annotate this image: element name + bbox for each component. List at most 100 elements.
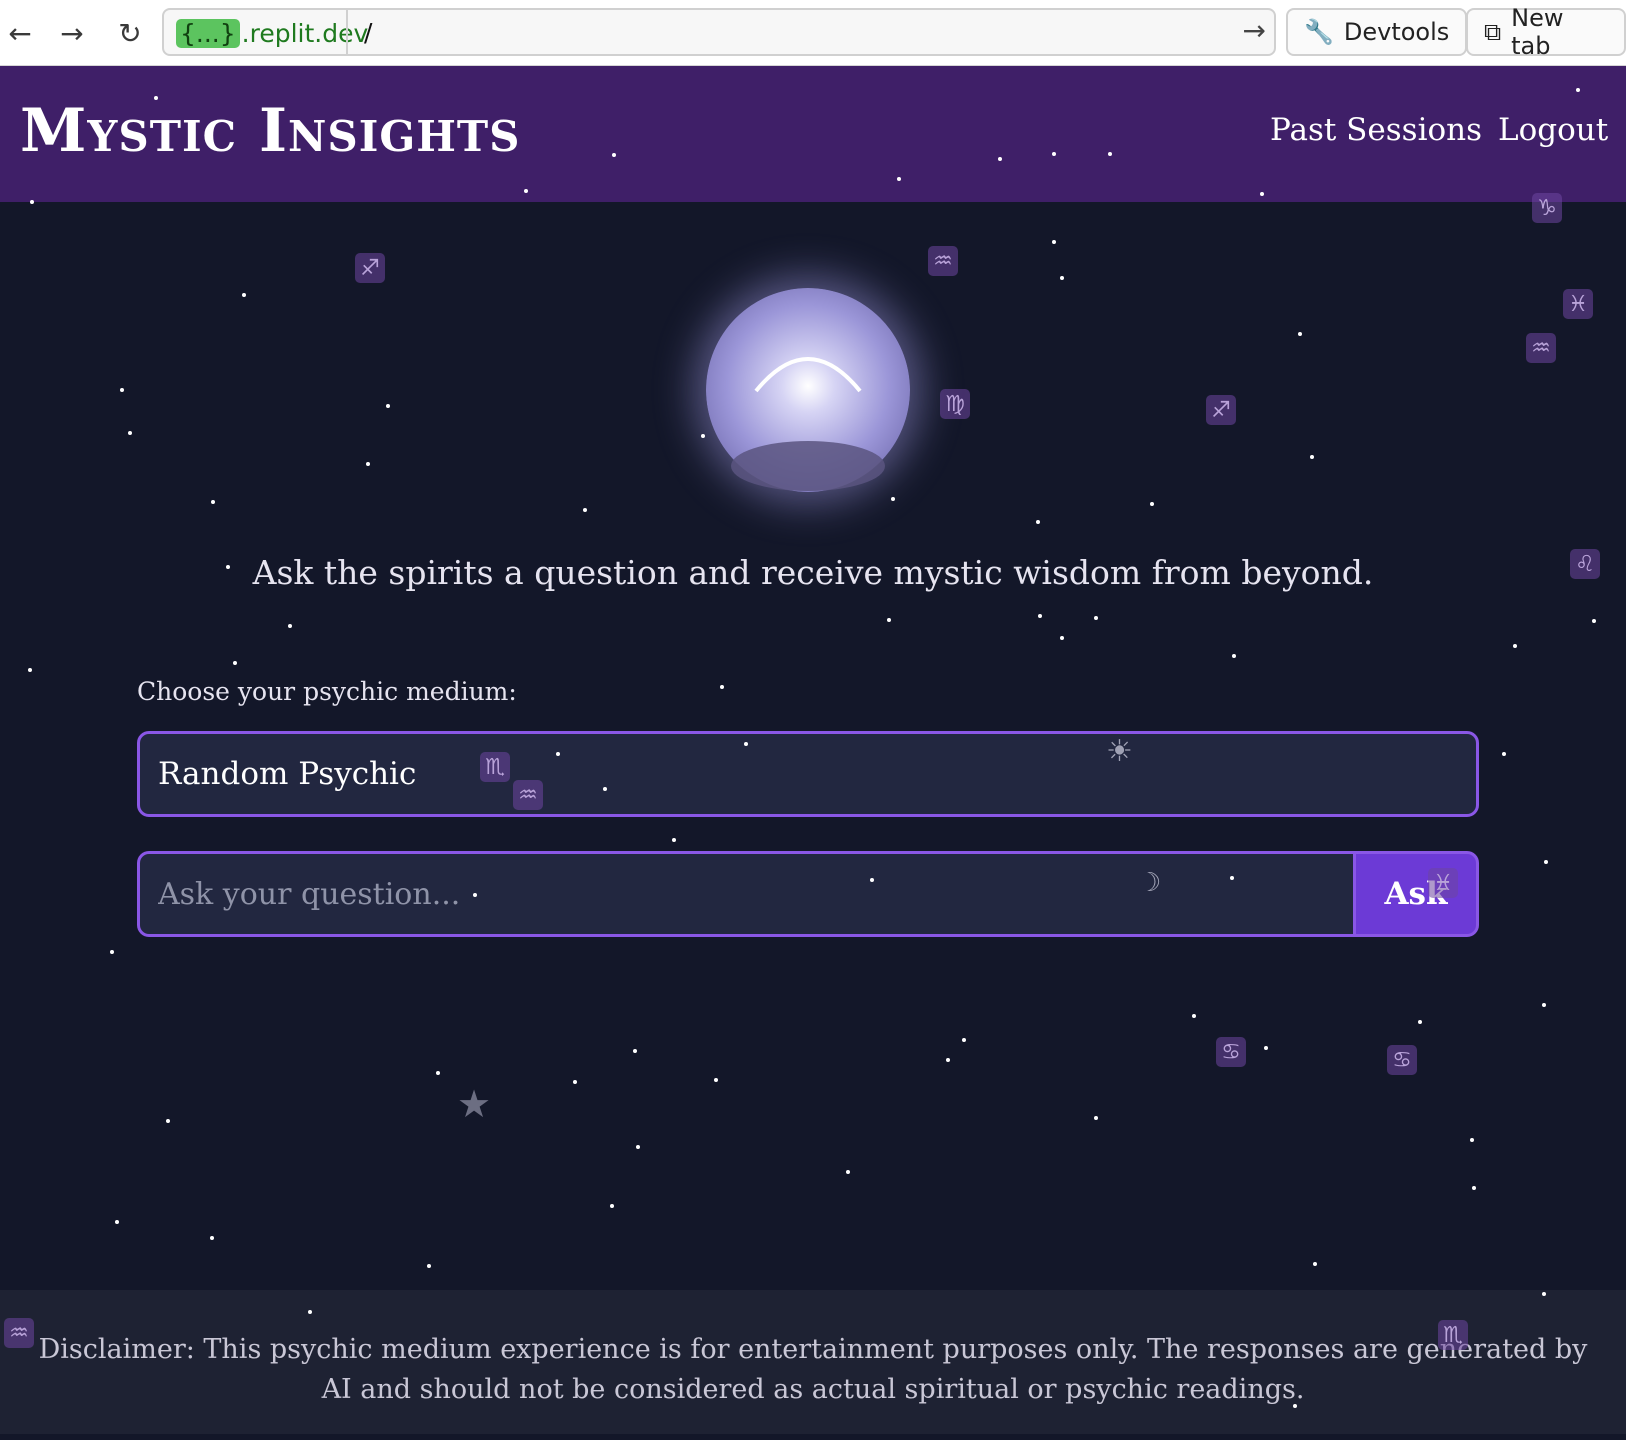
star-dot (211, 500, 215, 504)
crystal-ball-arc-icon (754, 357, 862, 393)
devtools-button[interactable]: 🔧 Devtools (1286, 8, 1468, 56)
url-path[interactable]: / (364, 18, 372, 47)
star-dot (1298, 332, 1302, 336)
star-dot (1513, 644, 1517, 648)
star-dot (701, 434, 705, 438)
forward-icon[interactable]: → (52, 13, 92, 53)
star-dot (1470, 1138, 1474, 1142)
question-field[interactable] (137, 851, 1353, 937)
star-icon: ★ (457, 1082, 492, 1126)
site-header: Mystic Insights Past Sessions Logout (0, 66, 1626, 202)
star-dot (1038, 614, 1042, 618)
star-dot (288, 624, 292, 628)
star-dot (128, 431, 132, 435)
star-dot (1264, 1046, 1268, 1050)
star-dot (1472, 1186, 1476, 1190)
cancer-icon: ♋ (1387, 1045, 1417, 1075)
star-dot (636, 1145, 640, 1149)
aquarius-icon: ♒ (513, 780, 543, 810)
star-dot (1052, 240, 1056, 244)
new-tab-label: New tab (1511, 4, 1564, 60)
star-dot (1060, 636, 1064, 640)
ask-button[interactable]: Ask (1353, 851, 1479, 937)
url-domain-text: .replit.dev (241, 18, 369, 48)
star-dot (1108, 152, 1112, 156)
star-dot (1230, 876, 1234, 880)
disclaimer: Disclaimer: This psychic medium experien… (38, 1334, 1588, 1405)
pisces-icon: ♓ (1563, 289, 1593, 319)
medium-select[interactable]: Random Psychic (137, 731, 1479, 817)
star-dot (714, 1078, 718, 1082)
star-dot (1542, 1003, 1546, 1007)
star-dot (110, 950, 114, 954)
star-dot (427, 1264, 431, 1268)
devtools-label: Devtools (1343, 18, 1450, 46)
star-dot (998, 157, 1002, 161)
crystal-ball-base (731, 441, 885, 491)
url-divider (346, 10, 348, 54)
star-dot (556, 752, 560, 756)
star-dot (946, 1058, 950, 1062)
capricorn-icon: ♑ (1532, 193, 1562, 223)
nav-past-sessions[interactable]: Past Sessions (1270, 112, 1482, 148)
virgo-icon: ♍ (940, 389, 970, 419)
star-dot (1094, 616, 1098, 620)
star-dot (524, 189, 528, 193)
aquarius-icon: ♒ (1526, 333, 1556, 363)
star-dot (115, 1220, 119, 1224)
scorpio-icon: ♏ (480, 752, 510, 782)
star-dot (633, 1049, 637, 1053)
aquarius-icon: ♒ (928, 246, 958, 276)
star-dot (1260, 192, 1264, 196)
star-dot (720, 685, 724, 689)
sun-icon: ☀ (1106, 734, 1133, 769)
back-icon[interactable]: ← (0, 13, 40, 53)
star-dot (226, 565, 230, 569)
star-dot (891, 497, 895, 501)
star-dot (870, 878, 874, 882)
star-dot (1576, 88, 1580, 92)
medium-label: Choose your psychic medium: (137, 677, 517, 706)
star-dot (1310, 455, 1314, 459)
star-dot (1150, 502, 1154, 506)
star-dot (1544, 860, 1548, 864)
url-domain: {...} .replit.dev (170, 15, 374, 51)
sagittarius-icon: ♐ (1206, 395, 1236, 425)
star-dot (166, 1119, 170, 1123)
tagline: Ask the spirits a question and receive m… (252, 553, 1374, 592)
star-dot (210, 1236, 214, 1240)
pisces-icon: ♓ (1428, 868, 1458, 898)
star-dot (603, 787, 607, 791)
new-tab-button[interactable]: ⧉ New tab (1466, 4, 1626, 60)
star-dot (154, 96, 158, 100)
star-dot (366, 462, 370, 466)
go-arrow-icon[interactable]: → (1243, 14, 1266, 47)
star-dot (1192, 1014, 1196, 1018)
cancer-icon: ♋ (1216, 1037, 1246, 1067)
star-dot (386, 404, 390, 408)
star-dot (744, 742, 748, 746)
medium-selected-value: Random Psychic (158, 756, 417, 792)
star-dot (897, 177, 901, 181)
moon-icon: ☽ (1138, 868, 1162, 898)
wrench-icon: 🔧 (1304, 18, 1334, 46)
footer: Disclaimer: This psychic medium experien… (0, 1290, 1626, 1434)
star-dot (1094, 1116, 1098, 1120)
star-dot (28, 668, 32, 672)
site-title[interactable]: Mystic Insights (20, 96, 521, 166)
reload-icon[interactable]: ↻ (110, 13, 150, 53)
url-braces: {...} (176, 18, 240, 48)
star-dot (1232, 654, 1236, 658)
star-dot (1052, 152, 1056, 156)
star-dot (1418, 1020, 1422, 1024)
star-dot (473, 893, 477, 897)
star-dot (887, 618, 891, 622)
star-dot (1592, 619, 1596, 623)
star-dot (573, 1080, 577, 1084)
star-dot (308, 1310, 312, 1314)
star-dot (610, 1204, 614, 1208)
star-dot (962, 1038, 966, 1042)
address-bar[interactable]: {...} .replit.dev / → (162, 8, 1276, 56)
nav-logout[interactable]: Logout (1498, 112, 1608, 148)
star-dot (1036, 520, 1040, 524)
